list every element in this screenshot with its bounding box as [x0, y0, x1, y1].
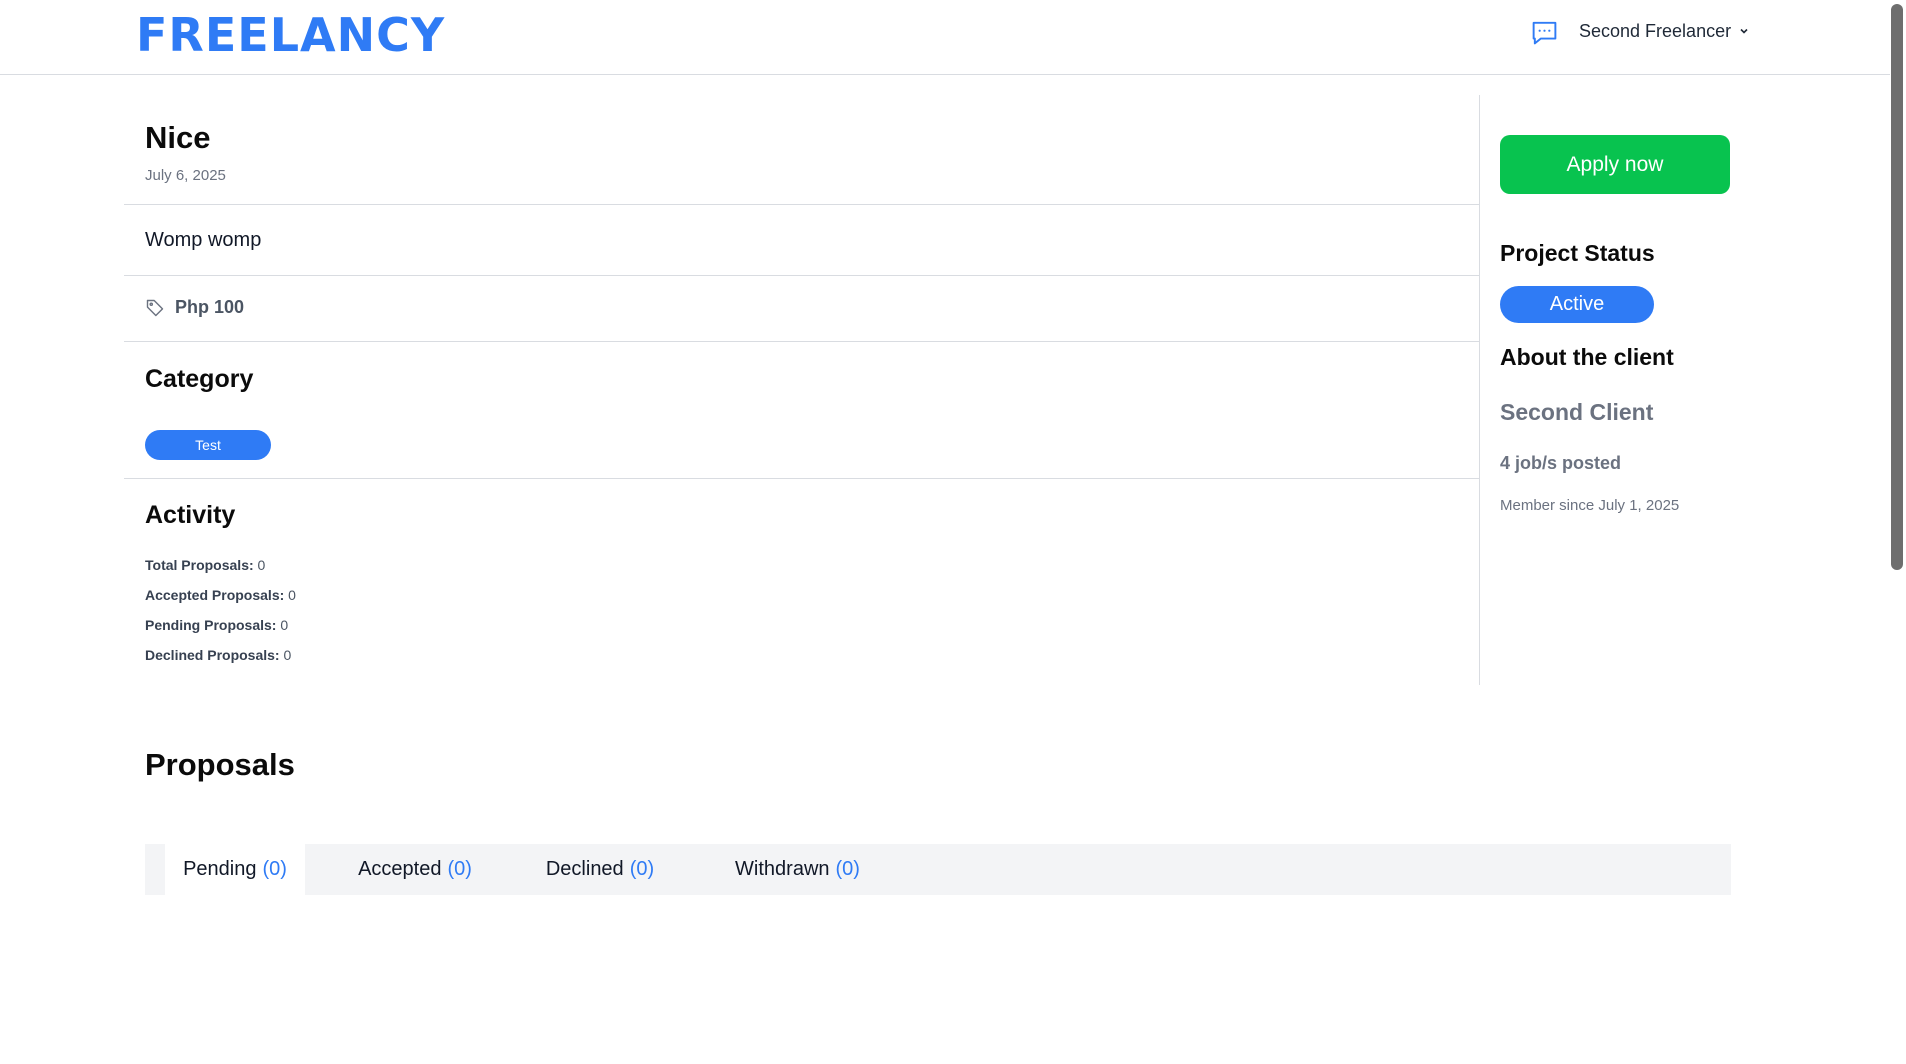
stat-accepted-proposals: Accepted Proposals: 0	[145, 587, 296, 603]
stat-pending-proposals: Pending Proposals: 0	[145, 617, 289, 633]
client-name[interactable]: Second Client	[1500, 399, 1653, 426]
category-section	[124, 342, 1480, 479]
top-navbar: FREELANCY Second Freelancer	[0, 0, 1890, 75]
proposal-tabs: Pending (0) Accepted (0) Declined (0) Withd…	[145, 844, 1731, 895]
job-description: Womp womp	[145, 229, 262, 251]
project-status-heading: Project Status	[1500, 240, 1655, 266]
page-scrollbar-thumb[interactable]	[1891, 4, 1903, 570]
chat-bubble-icon[interactable]	[1530, 18, 1559, 47]
tab-withdrawn[interactable]: Withdrawn (0)	[720, 844, 875, 895]
price-value: Php 100	[175, 297, 245, 317]
description-section	[124, 205, 1480, 276]
user-name: Second Freelancer	[1579, 20, 1732, 41]
job-details-panel: Nice July 6, 2025 Womp womp Php 100 Cate…	[124, 95, 1480, 685]
status-badge: Active	[1500, 286, 1654, 323]
client-jobs-posted: 4 job/s posted	[1500, 453, 1622, 473]
activity-heading: Activity	[145, 501, 236, 529]
brand-logo[interactable]: FREELANCY	[136, 8, 445, 62]
job-title: Nice	[145, 120, 211, 155]
tab-accepted[interactable]: Accepted (0)	[345, 844, 485, 895]
chevron-down-icon	[1740, 28, 1748, 34]
stat-total-proposals: Total Proposals: 0	[145, 557, 266, 573]
proposals-heading: Proposals	[145, 747, 295, 782]
tab-pending[interactable]: Pending (0)	[165, 844, 305, 895]
price-section	[124, 276, 1480, 342]
tag-icon	[146, 299, 164, 316]
stat-declined-proposals: Declined Proposals: 0	[145, 647, 292, 663]
job-header-section	[124, 95, 1480, 205]
about-client-heading: About the client	[1500, 344, 1674, 370]
job-posted-date: July 6, 2025	[145, 167, 226, 184]
user-menu-dropdown[interactable]: Second Freelancer	[1579, 19, 1749, 43]
tab-declined[interactable]: Declined (0)	[530, 844, 670, 895]
job-price: Php 100	[145, 297, 244, 318]
sidebar-divider	[1479, 95, 1480, 685]
category-heading: Category	[145, 365, 254, 393]
category-tag[interactable]: Test	[145, 430, 271, 460]
apply-now-button[interactable]: Apply now	[1500, 135, 1730, 194]
client-member-since: Member since July 1, 2025	[1500, 497, 1680, 514]
